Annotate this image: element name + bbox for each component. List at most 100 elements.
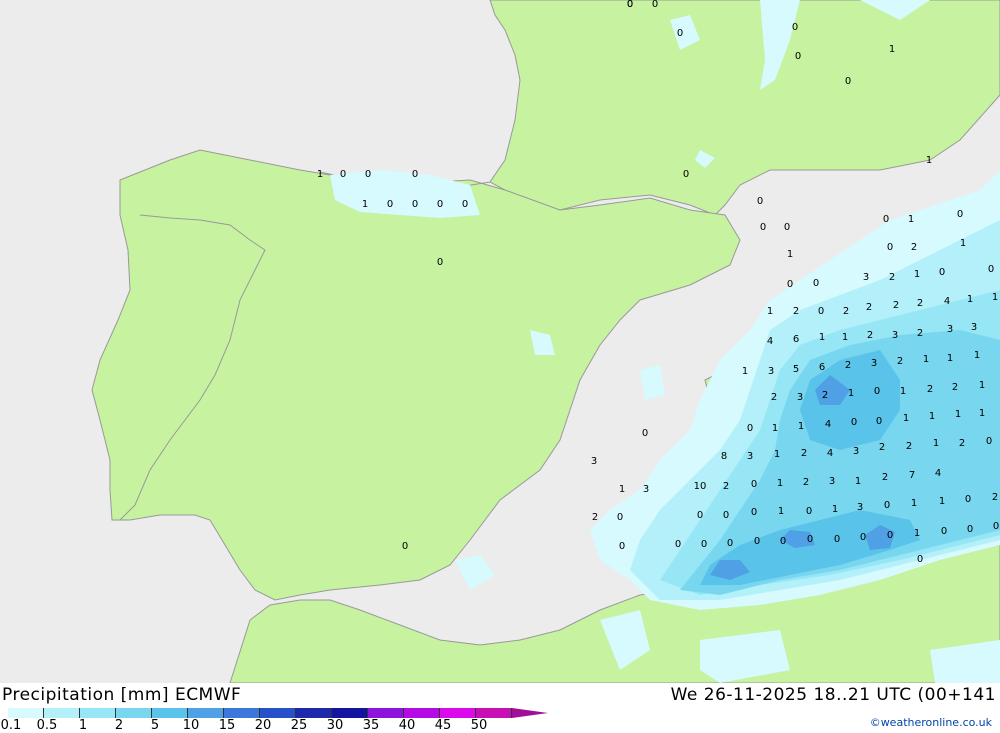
precip-value-label: 0	[887, 242, 893, 253]
precip-value-label: 2	[897, 356, 903, 367]
legend-swatch	[224, 708, 260, 718]
precip-value-label: 0	[787, 279, 793, 290]
product-title: Precipitation [mm] ECMWF	[2, 685, 242, 705]
precip-value-label: 2	[592, 512, 598, 523]
precip-value-label: 0	[652, 0, 658, 10]
footer: Precipitation [mm] ECMWF We 26-11-2025 1…	[0, 683, 1000, 733]
precip-value-label: 2	[917, 298, 923, 309]
precip-value-label: 3	[643, 484, 649, 495]
precip-value-label: 4	[827, 448, 833, 459]
precip-value-label: 0	[751, 507, 757, 518]
legend-tick-label: 25	[290, 718, 308, 733]
legend-tick-label: 45	[434, 718, 452, 733]
precipitation-map: 0 0 0 0 1 0 0 0 1 1 0 0 0 0 0 0 0 0 0 0 1 1 0 0 0 1 0 2 1 0 0 0 3 2 1 0 1 1 2 2…	[0, 0, 1000, 683]
precip-value-label: 1	[967, 294, 973, 305]
precip-value-label: 2	[801, 448, 807, 459]
precip-value-label: 0	[723, 510, 729, 521]
precip-value-label: 3	[797, 392, 803, 403]
legend-swatch	[296, 708, 332, 718]
precip-value-label: 0	[883, 214, 889, 225]
precip-value-label: 2	[866, 302, 872, 313]
legend-swatch	[260, 708, 296, 718]
precip-value-label: 0	[412, 169, 418, 180]
legend-swatch	[152, 708, 188, 718]
legend-swatch	[332, 708, 368, 718]
precip-value-label: 1	[832, 504, 838, 515]
precip-value-label: 2	[882, 472, 888, 483]
precip-value-label: 0	[939, 267, 945, 278]
precip-value-label: 2	[843, 306, 849, 317]
precip-value-label: 0	[757, 196, 763, 207]
precip-value-label: 0	[806, 506, 812, 517]
credit-link[interactable]: ©weatheronline.co.uk	[870, 716, 992, 729]
precip-value-label: 5	[793, 364, 799, 375]
france-landmass	[489, 0, 1000, 216]
precip-value-label: 2	[893, 300, 899, 311]
map-canvas: 0 0 0 0 1 0 0 0 1 1 0 0 0 0 0 0 0 0 0 0 1 1 0 0 0 1 0 2 1 0 0 0 3 2 1 0 1 1 2 2…	[91, 0, 1000, 683]
precip-value-label: 2	[889, 272, 895, 283]
precip-value-label: 0	[818, 306, 824, 317]
legend-swatch	[440, 708, 476, 718]
precip-value-label: 1	[842, 332, 848, 343]
precip-value-label: 0	[617, 512, 623, 523]
precip-value-label: 0	[402, 541, 408, 552]
precip-value-label: 0	[986, 436, 992, 447]
precip-value-label: 1	[947, 353, 953, 364]
precip-value-label: 0	[365, 169, 371, 180]
precip-value-label: 0	[340, 169, 346, 180]
legend-tick-label: 15	[218, 718, 236, 733]
legend-tick-label: 1	[78, 718, 88, 733]
precip-value-label: 2	[917, 328, 923, 339]
precip-value-label: 1	[787, 249, 793, 260]
legend-tick-label: 0.5	[36, 718, 58, 733]
precip-value-label: 0	[860, 532, 866, 543]
valid-time: We 26-11-2025 18..21 UTC (00+141	[670, 685, 996, 705]
legend-swatch	[476, 708, 512, 718]
precip-value-label: 8	[721, 451, 727, 462]
precip-value-label: 0	[887, 530, 893, 541]
precip-value-label: 0	[642, 428, 648, 439]
precip-value-label: 1	[900, 386, 906, 397]
legend-swatch	[404, 708, 440, 718]
legend-tick-label: 2	[114, 718, 124, 733]
precip-value-label: 2	[911, 242, 917, 253]
precip-value-label: 2	[793, 306, 799, 317]
legend-tick-label: 20	[254, 718, 272, 733]
precip-value-label: 0	[884, 500, 890, 511]
precip-value-label: 0	[845, 76, 851, 87]
precip-value-label: 4	[935, 468, 941, 479]
precip-value-label: 2	[845, 360, 851, 371]
precip-value-label: 1	[767, 306, 773, 317]
precip-value-label: 2	[723, 481, 729, 492]
precip-value-label: 1	[619, 484, 625, 495]
precip-value-label: 3	[591, 456, 597, 467]
precip-value-label: 1	[362, 199, 368, 210]
precip-value-label: 1	[798, 421, 804, 432]
precip-value-label: 0	[751, 479, 757, 490]
precip-value-label: 2	[906, 441, 912, 452]
precip-value-label: 0	[807, 534, 813, 545]
legend-swatch	[116, 708, 152, 718]
precip-value-label: 6	[819, 362, 825, 373]
precip-value-label: 0	[993, 521, 999, 532]
precip-value-label: 0	[876, 416, 882, 427]
precip-value-label: 2	[952, 382, 958, 393]
precip-value-label: 1	[855, 476, 861, 487]
precip-value-label: 3	[768, 366, 774, 377]
precip-value-label: 0	[874, 386, 880, 397]
precip-value-label: 0	[988, 264, 994, 275]
precip-value-label: 3	[829, 476, 835, 487]
precip-value-label: 2	[879, 442, 885, 453]
precip-value-label: 2	[992, 492, 998, 503]
legend-arrow	[512, 708, 548, 718]
legend-swatch	[8, 708, 44, 718]
precip-value-label: 1	[979, 380, 985, 391]
precip-value-label: 0	[780, 536, 786, 547]
precip-value-label: 1	[929, 411, 935, 422]
legend-tick-label: 10	[182, 718, 200, 733]
precip-value-label: 0	[834, 534, 840, 545]
precip-value-label: 1	[911, 498, 917, 509]
precip-value-label: 2	[771, 392, 777, 403]
precip-value-label: 0	[697, 510, 703, 521]
precip-value-label: 2	[959, 438, 965, 449]
